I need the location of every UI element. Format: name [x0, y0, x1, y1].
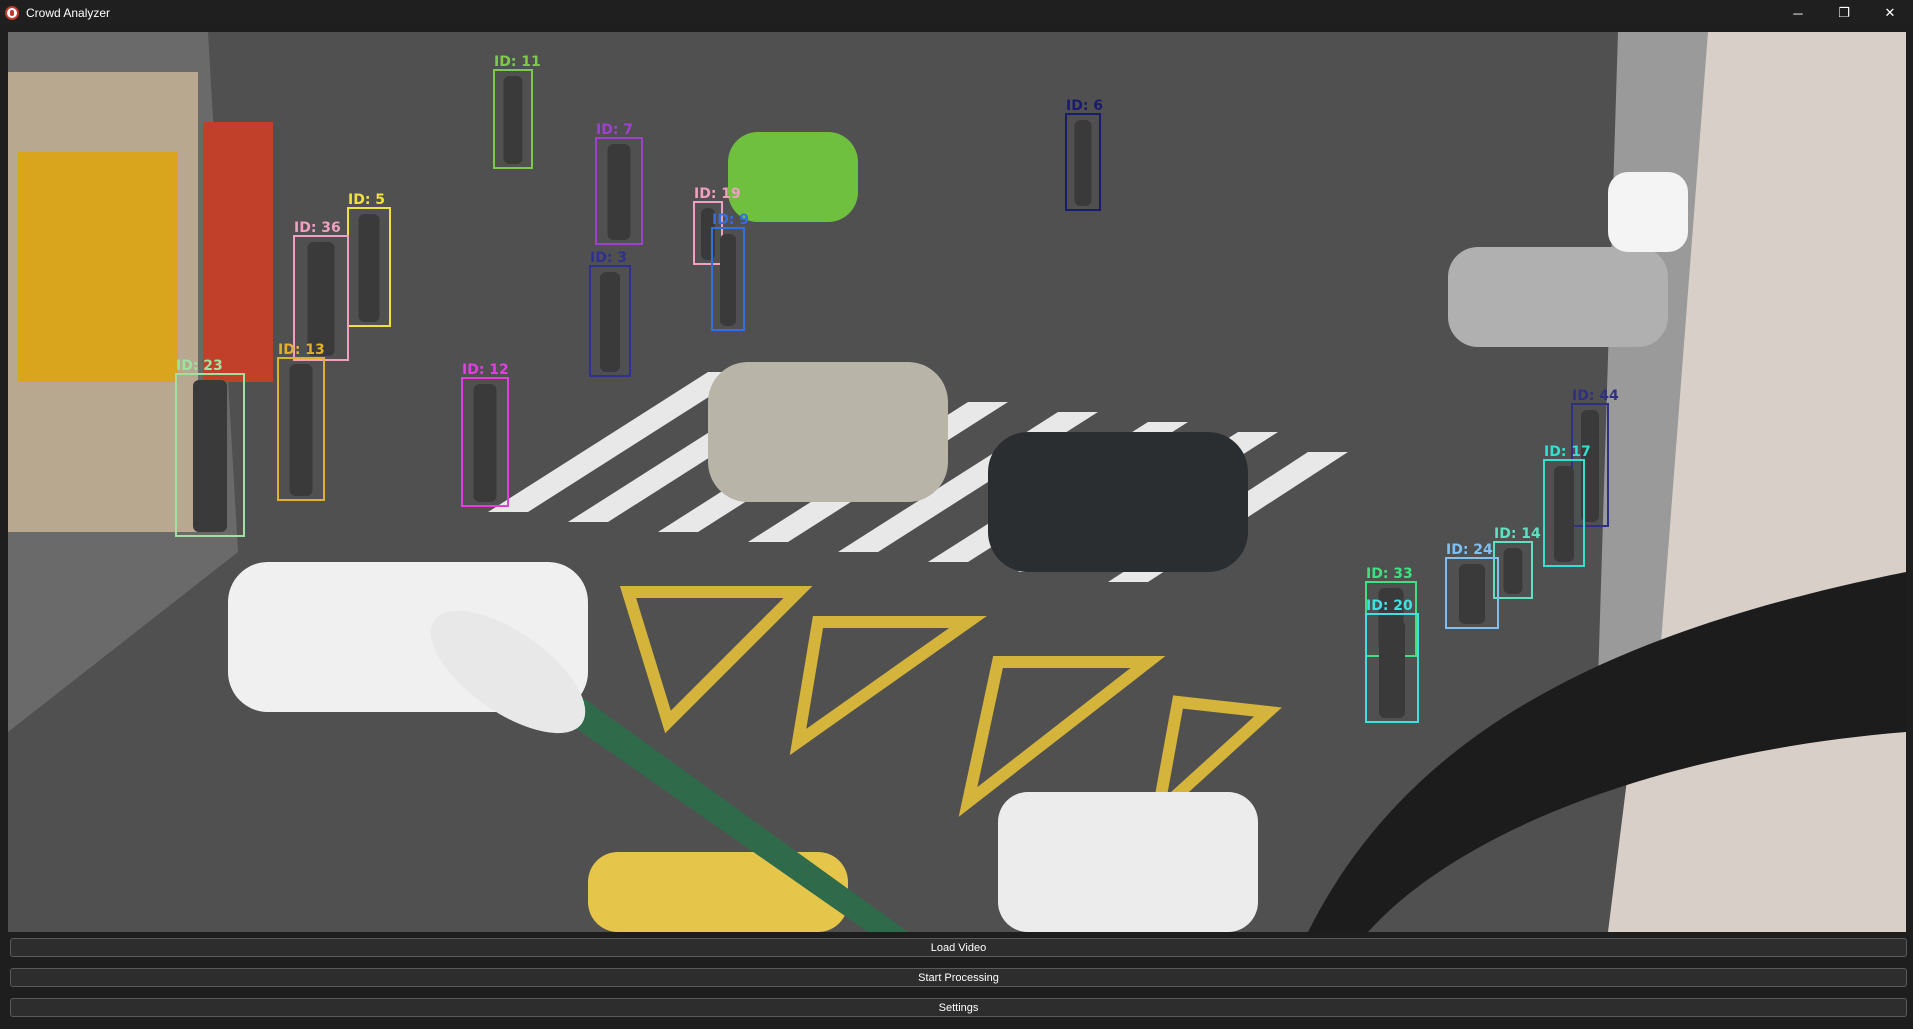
track-id-label: ID: 44 — [1572, 388, 1619, 404]
track-id-label: ID: 24 — [1446, 542, 1493, 558]
window-controls: ─ ❐ ✕ — [1775, 0, 1913, 26]
track-id-label: ID: 36 — [294, 220, 341, 236]
minimize-button[interactable]: ─ — [1775, 0, 1821, 26]
person-figure — [193, 380, 227, 532]
track-id-label: ID: 12 — [462, 362, 509, 378]
person-figure — [289, 364, 313, 496]
app-icon — [5, 6, 19, 20]
track-id-label: ID: 9 — [712, 212, 749, 228]
person-figure — [473, 384, 497, 502]
track-id-label: ID: 20 — [1366, 598, 1413, 614]
track-id-label: ID: 13 — [278, 342, 325, 358]
red-wall — [203, 122, 273, 382]
track-id-label: ID: 14 — [1494, 526, 1541, 542]
person-figure — [1074, 120, 1092, 206]
track-id-label: ID: 17 — [1544, 444, 1591, 460]
person-figure — [1379, 620, 1405, 718]
person-figure — [358, 214, 380, 322]
person-figure — [1503, 548, 1523, 594]
video-frame-canvas: ID: 11 ID: 6 ID: 7 ID: 5 ID: 19 ID: 9 ID: 36 ID… — [8, 32, 1906, 932]
start-processing-button[interactable]: Start Processing — [10, 968, 1907, 987]
title-bar: Crowd Analyzer ─ ❐ ✕ — [0, 0, 1913, 26]
video-display: ID: 11 ID: 6 ID: 7 ID: 5 ID: 19 ID: 9 ID: 36 ID… — [8, 32, 1906, 932]
track-id-label: ID: 6 — [1066, 98, 1103, 114]
white-car-bottom — [998, 792, 1258, 932]
person-figure — [1459, 564, 1485, 624]
silver-car — [708, 362, 948, 502]
person-figure — [720, 234, 736, 326]
close-button[interactable]: ✕ — [1867, 0, 1913, 26]
track-id-label: ID: 23 — [176, 358, 223, 374]
dark-car — [988, 432, 1248, 572]
maximize-button[interactable]: ❐ — [1821, 0, 1867, 26]
load-video-button[interactable]: Load Video — [10, 938, 1907, 957]
white-car-right — [1608, 172, 1688, 252]
green-taxi — [728, 132, 858, 222]
track-id-label: ID: 7 — [596, 122, 633, 138]
settings-button[interactable]: Settings — [10, 998, 1907, 1017]
person-figure — [503, 76, 523, 164]
gray-car-right — [1448, 247, 1668, 347]
yellow-door — [18, 152, 178, 382]
track-id-label: ID: 5 — [348, 192, 385, 208]
track-id-label: ID: 33 — [1366, 566, 1413, 582]
person-figure — [307, 242, 335, 356]
person-figure — [600, 272, 620, 372]
window-title: Crowd Analyzer — [26, 6, 111, 20]
person-figure — [607, 144, 631, 240]
track-id-label: ID: 3 — [590, 250, 627, 266]
track-id-label: ID: 19 — [694, 186, 741, 202]
track-id-label: ID: 11 — [494, 54, 541, 70]
person-figure — [1554, 466, 1574, 562]
